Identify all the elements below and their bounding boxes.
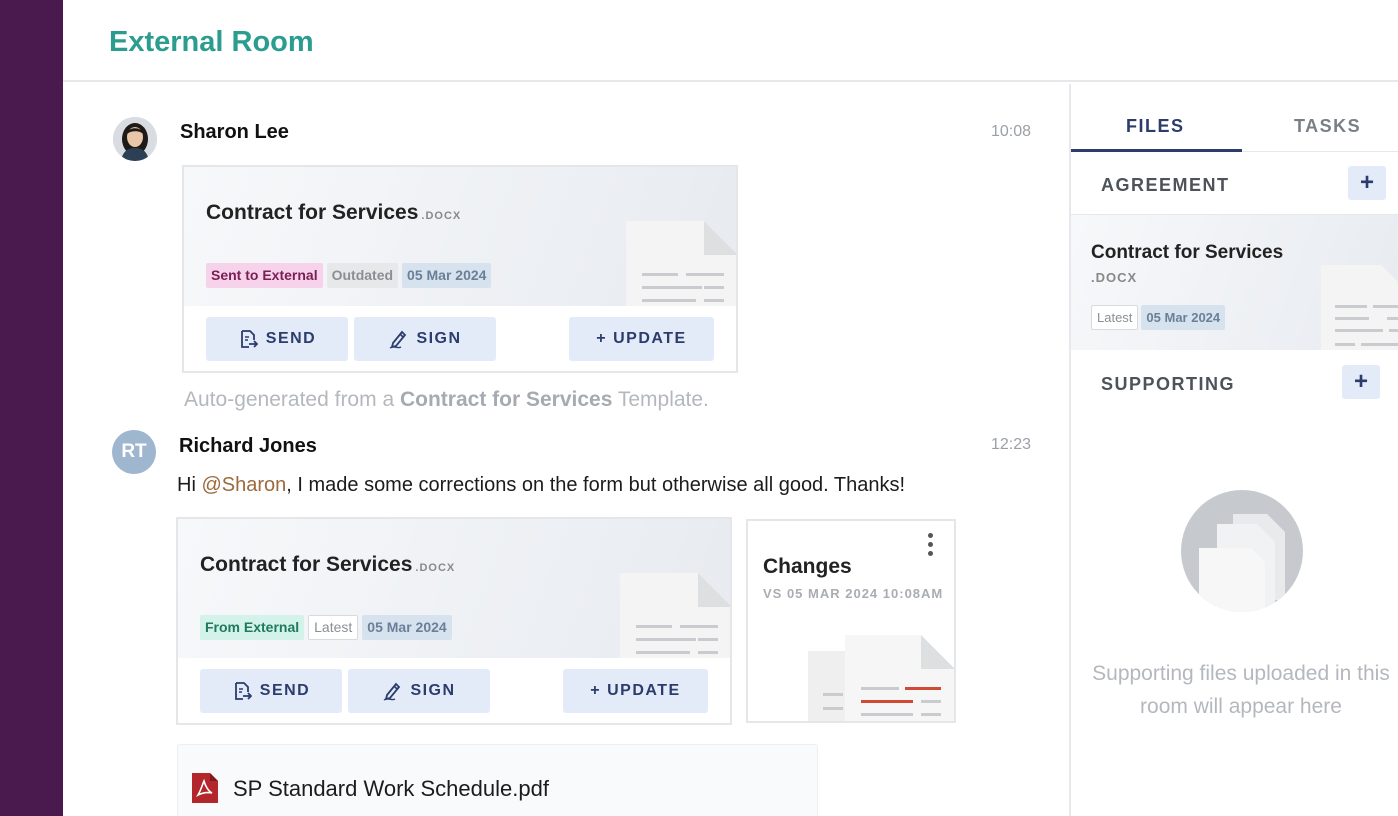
sign-button[interactable]: SIGN xyxy=(354,317,496,361)
tab-tasks[interactable]: TASKS xyxy=(1294,116,1361,137)
add-supporting-button[interactable]: + xyxy=(1342,365,1380,399)
changes-subtitle: VS 05 MAR 2024 10:08AM xyxy=(763,586,944,601)
room-header: External Room xyxy=(63,0,1398,82)
sign-pen-icon xyxy=(384,682,401,701)
document-title: Contract for Services .DOCX xyxy=(200,553,456,576)
date-badge: 05 Mar 2024 xyxy=(1141,305,1226,330)
message-sender: Sharon Lee xyxy=(180,121,289,143)
template-name: Contract for Services xyxy=(399,388,613,411)
update-button-label: + UPDATE xyxy=(590,682,681,699)
send-button-label: SEND xyxy=(265,330,317,347)
agreement-file-title: Contract for Services xyxy=(1091,242,1284,263)
update-button[interactable]: + UPDATE xyxy=(569,317,714,361)
room-title: External Room xyxy=(109,26,314,58)
version-badge: Latest xyxy=(308,615,359,640)
document-actions: SEND SIGN + UPDATE xyxy=(200,669,708,713)
document-card[interactable]: Contract for Services .DOCX Sent to Exter… xyxy=(182,165,738,373)
avatar-richard-jones[interactable]: RT xyxy=(112,430,156,474)
document-compare-icon xyxy=(808,635,954,721)
pdf-attachment[interactable]: SP Standard Work Schedule.pdf xyxy=(177,744,818,816)
stacked-files-icon xyxy=(1181,490,1303,612)
version-badge: Outdated xyxy=(326,263,399,288)
document-actions: SEND SIGN + UPDATE xyxy=(206,317,714,361)
avatar-sharon-lee[interactable] xyxy=(113,117,157,161)
document-thumbnail-icon xyxy=(626,221,736,306)
supporting-section-label: SUPPORTING xyxy=(1101,374,1236,394)
document-card[interactable]: Contract for Services .DOCX From External… xyxy=(176,517,732,725)
tab-files[interactable]: FILES xyxy=(1126,116,1185,137)
update-button-label: + UPDATE xyxy=(596,330,687,347)
workspace-sidebar xyxy=(0,0,63,816)
agreement-file-tags: Latest 05 Mar 2024 xyxy=(1091,305,1226,330)
changes-title: Changes xyxy=(763,555,852,578)
message-text: Hi @Sharon, I made some corrections on t… xyxy=(177,474,906,496)
active-tab-indicator xyxy=(1071,149,1242,152)
sign-button-label: SIGN xyxy=(410,682,456,699)
document-preview[interactable]: Contract for Services .DOCX From External… xyxy=(178,519,730,658)
send-button-label: SEND xyxy=(259,682,311,699)
status-badge: Sent to External xyxy=(206,263,323,288)
document-tags: Sent to External Outdated 05 Mar 2024 xyxy=(206,263,492,288)
agreement-file-card[interactable]: Contract for Services .DOCX Latest 05 Ma… xyxy=(1071,214,1398,350)
send-button[interactable]: SEND xyxy=(200,669,342,713)
pdf-icon xyxy=(192,773,218,803)
user-mention[interactable]: @Sharon xyxy=(201,474,286,496)
agreement-file-extension: .DOCX xyxy=(1091,270,1138,285)
message-time: 12:23 xyxy=(991,436,1032,453)
agreement-section-label: AGREEMENT xyxy=(1101,175,1230,195)
add-agreement-button[interactable]: + xyxy=(1348,166,1386,200)
app-window: External Room Sharon Lee 10:08 Contract … xyxy=(0,0,1398,816)
document-thumbnail-icon xyxy=(1321,265,1398,350)
message-feed[interactable]: Sharon Lee 10:08 Contract for Services .D… xyxy=(63,84,1069,816)
sign-button[interactable]: SIGN xyxy=(348,669,490,713)
document-title: Contract for Services .DOCX xyxy=(206,201,462,224)
changes-card[interactable]: Changes VS 05 MAR 2024 10:08AM xyxy=(746,519,956,723)
status-badge: From External xyxy=(200,615,305,640)
message-sender: Richard Jones xyxy=(179,435,317,457)
document-tags: From External Latest 05 Mar 2024 xyxy=(200,615,452,640)
files-panel: FILES TASKS AGREEMENT + Contract for Ser… xyxy=(1069,84,1398,816)
document-extension: .DOCX xyxy=(415,562,456,574)
send-button[interactable]: SEND xyxy=(206,317,348,361)
send-doc-icon xyxy=(240,330,258,348)
document-thumbnail-icon xyxy=(620,573,730,658)
message-time: 10:08 xyxy=(991,123,1032,140)
update-button[interactable]: + UPDATE xyxy=(563,669,708,713)
sign-pen-icon xyxy=(390,330,407,349)
attachment-name: SP Standard Work Schedule.pdf xyxy=(233,776,549,801)
version-badge: Latest xyxy=(1091,305,1139,330)
date-badge: 05 Mar 2024 xyxy=(362,615,452,640)
sign-button-label: SIGN xyxy=(416,330,462,347)
kebab-menu-icon[interactable] xyxy=(926,533,934,561)
template-note: Auto-generated from a Contract for Servi… xyxy=(184,388,709,411)
send-doc-icon xyxy=(234,682,252,700)
date-badge: 05 Mar 2024 xyxy=(402,263,492,288)
document-extension: .DOCX xyxy=(421,210,462,222)
document-preview[interactable]: Contract for Services .DOCX Sent to Exter… xyxy=(184,167,736,306)
empty-state-text: Supporting files uploaded in this room w… xyxy=(1092,662,1390,718)
